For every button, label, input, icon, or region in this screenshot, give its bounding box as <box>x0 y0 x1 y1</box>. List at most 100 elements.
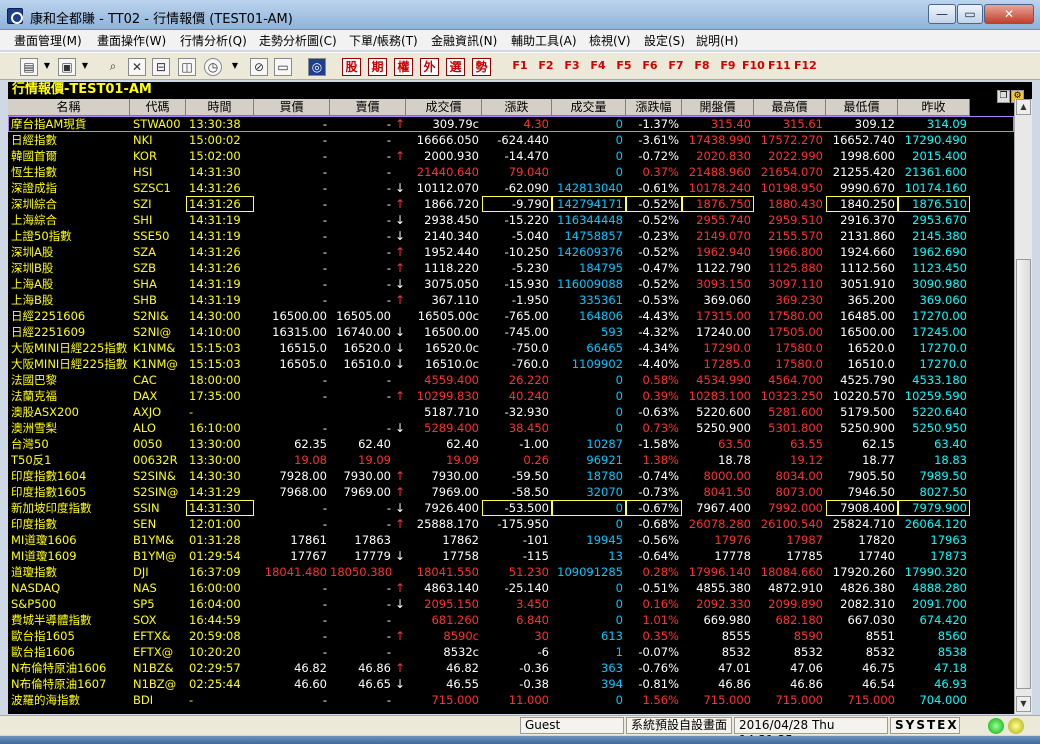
up-arrow-icon: ↑ <box>395 197 406 211</box>
dropdown-arrow-icon[interactable]: ▼ <box>230 58 240 76</box>
quote-row[interactable]: 印度指數1605 S2SIN@ 14:31:29 7968.00 7969.00 7969… <box>8 484 1014 500</box>
logo-button-icon[interactable]: ◎ <box>308 58 326 76</box>
quote-row[interactable]: 歐台指1606 EFTX@ 10:20:20 - - 8532c -6 1 -0.07% 8532… <box>8 644 1014 660</box>
quote-row[interactable]: 日經2251606 S2NI& 14:30:00 16500.00 16505.00 16… <box>8 308 1014 324</box>
arrange-icon[interactable]: ⊟ <box>152 58 170 76</box>
column-header-name[interactable]: 名稱 <box>8 99 130 116</box>
options-button[interactable]: 權 <box>394 58 413 76</box>
column-header-high[interactable]: 最高價 <box>754 99 826 116</box>
quote-row[interactable]: 大阪MINI日經225指數 K1NM& 15:15:03 16515.0 16520.0… <box>8 340 1014 356</box>
column-header-volume[interactable]: 成交量 <box>552 99 626 116</box>
quote-row[interactable]: 台灣50 0050 13:30:00 62.35 62.40 62.40 -1.00 1028… <box>8 436 1014 452</box>
quote-row[interactable]: 印度指數 SEN 12:01:00 - - 25888.170 -175.950 0 -0.68… <box>8 516 1014 532</box>
quote-row[interactable]: 印度指數1604 S2SIN& 14:30:30 7928.00 7930.00 7930… <box>8 468 1014 484</box>
layout-icon[interactable]: ▤ <box>20 58 38 76</box>
quote-row[interactable]: 歐台指1605 EFTX& 20:59:08 - - 8590c 30 613 0.35% 855… <box>8 628 1014 644</box>
quote-row[interactable]: 道瓊指數 DJI 16:37:09 18041.480 18050.380 18041.5… <box>8 564 1014 580</box>
quote-row[interactable]: 韓國首爾 KOR 15:02:00 - - 2000.930 -14.470 0 -0.72% 2… <box>8 148 1014 164</box>
quote-row[interactable]: 大阪MINI日經225指數 K1NM@ 15:15:03 16505.0 16510.0… <box>8 356 1014 372</box>
column-header-code[interactable]: 代碼 <box>130 99 186 116</box>
quote-row[interactable]: 澳洲雪梨 ALO 16:10:00 - - 5289.400 38.450 0 0.73% 525… <box>8 420 1014 436</box>
quote-row[interactable]: 深圳綜合 SZI 14:31:26 - - 1866.720 -9.790 142794171… <box>8 196 1014 212</box>
title-bar[interactable]: 康和全都賺 - TT02 - 行情報價 (TEST01-AM) — ▭ ✕ <box>0 0 1040 30</box>
quote-row[interactable]: 上證50指數 SSE50 14:31:19 - - 2140.340 -5.040 14758… <box>8 228 1014 244</box>
column-header-change[interactable]: 漲跌 <box>482 99 552 116</box>
quote-row[interactable]: N布倫特原油1606 N1BZ& 02:29:57 46.82 46.86 46.82 -0… <box>8 660 1014 676</box>
quote-row[interactable]: 深圳B股 SZB 14:31:26 - - 1118.220 -5.230 184795 -0.… <box>8 260 1014 276</box>
menu-help[interactable]: 說明(H) <box>696 32 738 49</box>
quote-row[interactable]: 澳股ASX200 AXJO - 5187.710 -32.930 0 -0.63% 5220.… <box>8 404 1014 420</box>
select-button[interactable]: 選 <box>446 58 465 76</box>
search-icon[interactable]: ⌕ <box>104 58 122 76</box>
column-header-low[interactable]: 最低價 <box>826 99 898 116</box>
menu-tools[interactable]: 輔助工具(A) <box>511 32 577 49</box>
f10-key[interactable]: F10 <box>742 58 765 76</box>
quote-row[interactable]: 日經2251609 S2NI@ 14:10:00 16315.00 16740.00 16… <box>8 324 1014 340</box>
quote-row[interactable]: 費城半導體指數 SOX 16:44:59 - - 681.260 6.840 0 1.01% 66… <box>8 612 1014 628</box>
f5-key[interactable]: F5 <box>614 58 634 76</box>
column-header-ask[interactable]: 賣價 <box>330 99 406 116</box>
column-header-time[interactable]: 時間 <box>186 99 254 116</box>
scroll-down-icon[interactable]: ▼ <box>1016 696 1031 712</box>
column-header-prev-close[interactable]: 昨收 <box>898 99 970 116</box>
split-icon[interactable]: ◫ <box>178 58 196 76</box>
quote-row[interactable]: 法蘭克福 DAX 17:35:00 - - 10299.830 40.240 0 0.39% 10… <box>8 388 1014 404</box>
quote-row[interactable]: NASDAQ NAS 16:00:00 - - 4863.140 -25.140 0 -0.51… <box>8 580 1014 596</box>
screen-icon[interactable]: ▣ <box>58 58 76 76</box>
foreign-button[interactable]: 外 <box>420 58 439 76</box>
quote-row[interactable]: 上海B股 SHB 14:31:19 - - 367.110 -1.950 335361 -0.5… <box>8 292 1014 308</box>
link-icon[interactable]: ⊘ <box>250 58 268 76</box>
menu-order-account[interactable]: 下單/帳務(T) <box>349 32 418 49</box>
vertical-scrollbar[interactable]: ▲ ▼ <box>1014 99 1032 714</box>
f1-key[interactable]: F1 <box>510 58 530 76</box>
f2-key[interactable]: F2 <box>536 58 556 76</box>
quote-row[interactable]: 法國巴黎 CAC 18:00:00 - - 4559.400 26.220 0 0.58% 453… <box>8 372 1014 388</box>
f7-key[interactable]: F7 <box>666 58 686 76</box>
menu-settings[interactable]: 設定(S) <box>644 32 685 49</box>
f6-key[interactable]: F6 <box>640 58 660 76</box>
f8-key[interactable]: F8 <box>692 58 712 76</box>
f9-key[interactable]: F9 <box>718 58 738 76</box>
quote-row[interactable]: 日經指數 NKI 15:00:02 - - 16666.050 -624.440 0 -3.61… <box>8 132 1014 148</box>
menu-trend-chart[interactable]: 走勢分析圖(C) <box>259 32 337 49</box>
quote-row[interactable]: 上海綜合 SHI 14:31:19 - - 2938.450 -15.220 11634444… <box>8 212 1014 228</box>
quote-row[interactable]: S&P500 SP5 16:04:00 - - 2095.150 3.450 0 0.16% 20… <box>8 596 1014 612</box>
f12-key[interactable]: F12 <box>794 58 817 76</box>
column-header-last[interactable]: 成交價 <box>406 99 482 116</box>
quote-row[interactable]: N布倫特原油1607 N1BZ@ 02:25:44 46.60 46.65 46.55 -0… <box>8 676 1014 692</box>
column-header-bid[interactable]: 買價 <box>254 99 330 116</box>
dropdown-arrow-icon[interactable]: ▼ <box>80 58 90 76</box>
menu-quote-analysis[interactable]: 行情分析(Q) <box>180 32 247 49</box>
f3-key[interactable]: F3 <box>562 58 582 76</box>
quote-row[interactable]: 深證成指 SZSC1 14:31:26 - - 10112.070 -62.090 14281… <box>8 180 1014 196</box>
menu-view[interactable]: 檢視(V) <box>589 32 631 49</box>
quote-row[interactable]: MI道瓊1609 B1YM@ 01:29:54 17767 17779 17758 -115… <box>8 548 1014 564</box>
quote-row[interactable]: T50反1 00632R 13:30:00 19.08 19.09 19.09 0.26 96… <box>8 452 1014 468</box>
stock-button[interactable]: 股 <box>342 58 361 76</box>
quote-row[interactable]: 摩台指AM現貨 STWA00 13:30:38 - - 309.79c 4.30 0 -1.37… <box>8 116 1014 132</box>
close-button[interactable]: ✕ <box>984 4 1034 24</box>
quote-row[interactable]: 新加坡印度指數 SSIN 14:31:30 - - 7926.400 -53.500 0 -0.… <box>8 500 1014 516</box>
f11-key[interactable]: F11 <box>768 58 791 76</box>
menu-screen-operation[interactable]: 畫面操作(W) <box>97 32 166 49</box>
maximize-button[interactable]: ▭ <box>957 4 983 24</box>
minimize-button[interactable]: — <box>928 4 956 24</box>
f4-key[interactable]: F4 <box>588 58 608 76</box>
scroll-thumb[interactable] <box>1016 259 1031 689</box>
quote-row[interactable]: 深圳A股 SZA 14:31:26 - - 1952.440 -10.250 14260937… <box>8 244 1014 260</box>
quote-row[interactable]: 波羅的海指數 BDI - - - 715.000 11.000 0 1.56% 715.000 71… <box>8 692 1014 708</box>
close-window-icon[interactable]: ✕ <box>128 58 146 76</box>
scroll-up-icon[interactable]: ▲ <box>1016 99 1031 115</box>
quote-row[interactable]: MI道瓊1606 B1YM& 01:31:28 17861 17863 17862 -101… <box>8 532 1014 548</box>
trend-button[interactable]: 勢 <box>472 58 491 76</box>
quote-row[interactable]: 恆生指數 HSI 14:31:30 - - 21440.640 79.040 0 0.37% 21… <box>8 164 1014 180</box>
menu-finance-info[interactable]: 金融資訊(N) <box>431 32 497 49</box>
menu-screen-manage[interactable]: 畫面管理(M) <box>14 32 82 49</box>
quote-row[interactable]: 上海A股 SHA 14:31:19 - - 3075.050 -15.930 11600908… <box>8 276 1014 292</box>
futures-button[interactable]: 期 <box>368 58 387 76</box>
dropdown-arrow-icon[interactable]: ▼ <box>42 58 52 76</box>
clock-icon[interactable]: ◷ <box>204 58 222 76</box>
window-icon[interactable]: ▭ <box>274 58 292 76</box>
column-header-open[interactable]: 開盤價 <box>682 99 754 116</box>
column-header-change-pct[interactable]: 漲跌幅 <box>626 99 682 116</box>
